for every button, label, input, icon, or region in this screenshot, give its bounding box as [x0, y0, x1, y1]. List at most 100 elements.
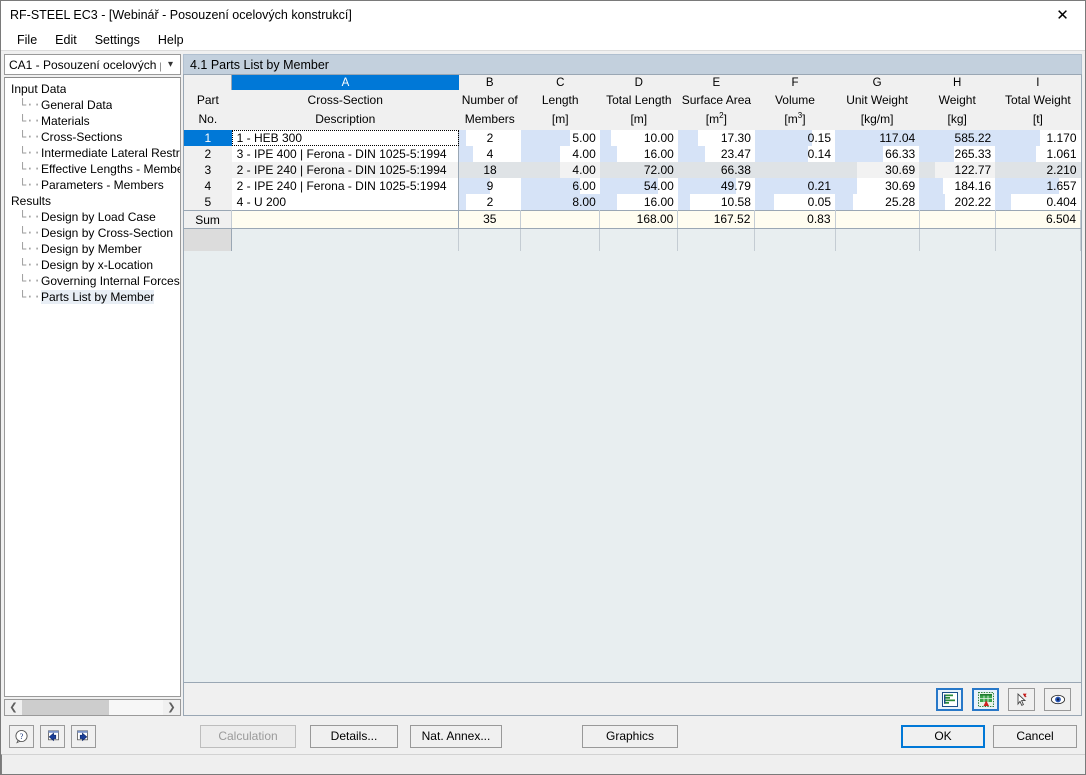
- cell-number-of-members[interactable]: 2: [459, 130, 521, 146]
- design-case-selector[interactable]: CA1 - Posouzení ocelových prut ▾: [4, 54, 181, 75]
- tree-item-parts-list-by-member[interactable]: └···Parts List by Member: [9, 289, 180, 305]
- menu-item-edit[interactable]: Edit: [46, 31, 86, 49]
- cell-total-length[interactable]: 10.00: [600, 130, 678, 146]
- cell-unit-weight[interactable]: 117.04: [835, 130, 919, 146]
- table-row[interactable]: 23 - IPE 400 | Ferona - DIN 1025-5:19944…: [184, 146, 1081, 162]
- column-header-D[interactable]: D: [600, 75, 678, 90]
- cell-total-weight[interactable]: 0.404: [995, 194, 1080, 211]
- chevron-left-icon[interactable]: ❮: [5, 700, 22, 715]
- tree-item-design-by-member[interactable]: └···Design by Member: [9, 241, 180, 257]
- nat-annex-button[interactable]: Nat. Annex...: [410, 725, 502, 748]
- cell-description[interactable]: 2 - IPE 240 | Ferona - DIN 1025-5:1994: [232, 178, 459, 194]
- cell-surface-area[interactable]: 10.58: [678, 194, 755, 211]
- column-header-I[interactable]: I: [995, 75, 1080, 90]
- tree-item-general-data[interactable]: └···General Data: [9, 97, 180, 113]
- tree-item-cross-sections[interactable]: └···Cross-Sections: [9, 129, 180, 145]
- cell-total-length[interactable]: 16.00: [600, 146, 678, 162]
- row-header-part-no[interactable]: 1: [184, 130, 232, 146]
- select-pointer-icon[interactable]: [1008, 688, 1035, 711]
- cell-total-weight[interactable]: 2.210: [995, 162, 1080, 178]
- cell-unit-weight[interactable]: 30.69: [835, 162, 919, 178]
- tree-item-materials[interactable]: └···Materials: [9, 113, 180, 129]
- cell-weight[interactable]: 585.22: [919, 130, 995, 146]
- calculation-button[interactable]: Calculation: [200, 725, 296, 748]
- tree-horizontal-scrollbar[interactable]: ❮ ❯: [4, 699, 181, 716]
- cell-weight[interactable]: 122.77: [919, 162, 995, 178]
- cell-description[interactable]: 1 - HEB 300: [232, 130, 459, 146]
- cell-length[interactable]: 6.00: [521, 178, 600, 194]
- cell-weight[interactable]: 202.22: [919, 194, 995, 211]
- tree-item-parameters-members[interactable]: └···Parameters - Members: [9, 177, 180, 193]
- row-header-part-no[interactable]: 4: [184, 178, 232, 194]
- table-row[interactable]: 32 - IPE 240 | Ferona - DIN 1025-5:19941…: [184, 162, 1081, 178]
- scrollbar-thumb[interactable]: [22, 700, 109, 715]
- cell-weight[interactable]: 184.16: [919, 178, 995, 194]
- next-window-icon[interactable]: [71, 725, 96, 748]
- cell-description[interactable]: 3 - IPE 400 | Ferona - DIN 1025-5:1994: [232, 146, 459, 162]
- cell-total-weight[interactable]: 1.061: [995, 146, 1080, 162]
- menu-item-file[interactable]: File: [8, 31, 46, 49]
- cancel-button[interactable]: Cancel: [993, 725, 1077, 748]
- cell-volume[interactable]: [755, 162, 835, 178]
- cell-unit-weight[interactable]: 25.28: [835, 194, 919, 211]
- table-row[interactable]: 11 - HEB 30025.0010.0017.300.15117.04585…: [184, 130, 1081, 146]
- view-eye-icon[interactable]: [1044, 688, 1071, 711]
- cell-volume[interactable]: 0.21: [755, 178, 835, 194]
- cell-total-weight[interactable]: 1.657: [995, 178, 1080, 194]
- cell-total-length[interactable]: 54.00: [600, 178, 678, 194]
- results-chart-icon[interactable]: [936, 688, 963, 711]
- ok-button[interactable]: OK: [901, 725, 985, 748]
- cell-length[interactable]: 4.00: [521, 162, 600, 178]
- cell-surface-area[interactable]: 17.30: [678, 130, 755, 146]
- tree-item-results[interactable]: Results: [9, 193, 180, 209]
- row-header-part-no[interactable]: 5: [184, 194, 232, 211]
- chevron-right-icon[interactable]: ❯: [163, 700, 180, 715]
- cell-number-of-members[interactable]: 18: [459, 162, 521, 178]
- table-row[interactable]: 42 - IPE 240 | Ferona - DIN 1025-5:19949…: [184, 178, 1081, 194]
- column-header-F[interactable]: F: [755, 75, 835, 90]
- cell-number-of-members[interactable]: 2: [459, 194, 521, 211]
- tree-item-design-by-x-location[interactable]: └···Design by x-Location: [9, 257, 180, 273]
- cell-surface-area[interactable]: 23.47: [678, 146, 755, 162]
- cell-volume[interactable]: 0.14: [755, 146, 835, 162]
- row-header-part-no[interactable]: 3: [184, 162, 232, 178]
- tree-item-effective-lengths-members[interactable]: └···Effective Lengths - Members: [9, 161, 180, 177]
- cell-total-length[interactable]: 16.00: [600, 194, 678, 211]
- row-header-part-no[interactable]: 2: [184, 146, 232, 162]
- column-header-G[interactable]: G: [835, 75, 919, 90]
- menu-item-help[interactable]: Help: [149, 31, 193, 49]
- tree-item-design-by-load-case[interactable]: └···Design by Load Case: [9, 209, 180, 225]
- cell-number-of-members[interactable]: 4: [459, 146, 521, 162]
- help-icon[interactable]: ?: [9, 725, 34, 748]
- tree-item-intermediate-lateral-restraints[interactable]: └···Intermediate Lateral Restraints: [9, 145, 180, 161]
- cell-volume[interactable]: 0.05: [755, 194, 835, 211]
- cell-number-of-members[interactable]: 9: [459, 178, 521, 194]
- details-button[interactable]: Details...: [310, 725, 398, 748]
- table-row[interactable]: 54 - U 20028.0016.0010.580.0525.28202.22…: [184, 194, 1081, 211]
- cell-surface-area[interactable]: 66.38: [678, 162, 755, 178]
- menu-item-settings[interactable]: Settings: [86, 31, 149, 49]
- cell-unit-weight[interactable]: 30.69: [835, 178, 919, 194]
- cell-length[interactable]: 4.00: [521, 146, 600, 162]
- cell-length[interactable]: 8.00: [521, 194, 600, 211]
- tree-item-design-by-cross-section[interactable]: └···Design by Cross-Section: [9, 225, 180, 241]
- tree-item-input-data[interactable]: Input Data: [9, 81, 180, 97]
- cell-description[interactable]: 4 - U 200: [232, 194, 459, 211]
- cell-total-length[interactable]: 72.00: [600, 162, 678, 178]
- export-to-excel-icon[interactable]: [972, 688, 999, 711]
- close-icon[interactable]: ✕: [1040, 1, 1085, 29]
- column-header-A[interactable]: A: [232, 75, 459, 90]
- column-header-H[interactable]: H: [919, 75, 995, 90]
- column-header-C[interactable]: C: [521, 75, 600, 90]
- cell-description[interactable]: 2 - IPE 240 | Ferona - DIN 1025-5:1994: [232, 162, 459, 178]
- cell-surface-area[interactable]: 49.79: [678, 178, 755, 194]
- cell-length[interactable]: 5.00: [521, 130, 600, 146]
- previous-window-icon[interactable]: [40, 725, 65, 748]
- tree-item-governing-internal-forces-by-m[interactable]: └···Governing Internal Forces by M: [9, 273, 180, 289]
- cell-unit-weight[interactable]: 66.33: [835, 146, 919, 162]
- scrollbar-track[interactable]: [22, 700, 163, 715]
- cell-total-weight[interactable]: 1.170: [995, 130, 1080, 146]
- column-header-B[interactable]: B: [459, 75, 521, 90]
- cell-weight[interactable]: 265.33: [919, 146, 995, 162]
- graphics-button[interactable]: Graphics: [582, 725, 678, 748]
